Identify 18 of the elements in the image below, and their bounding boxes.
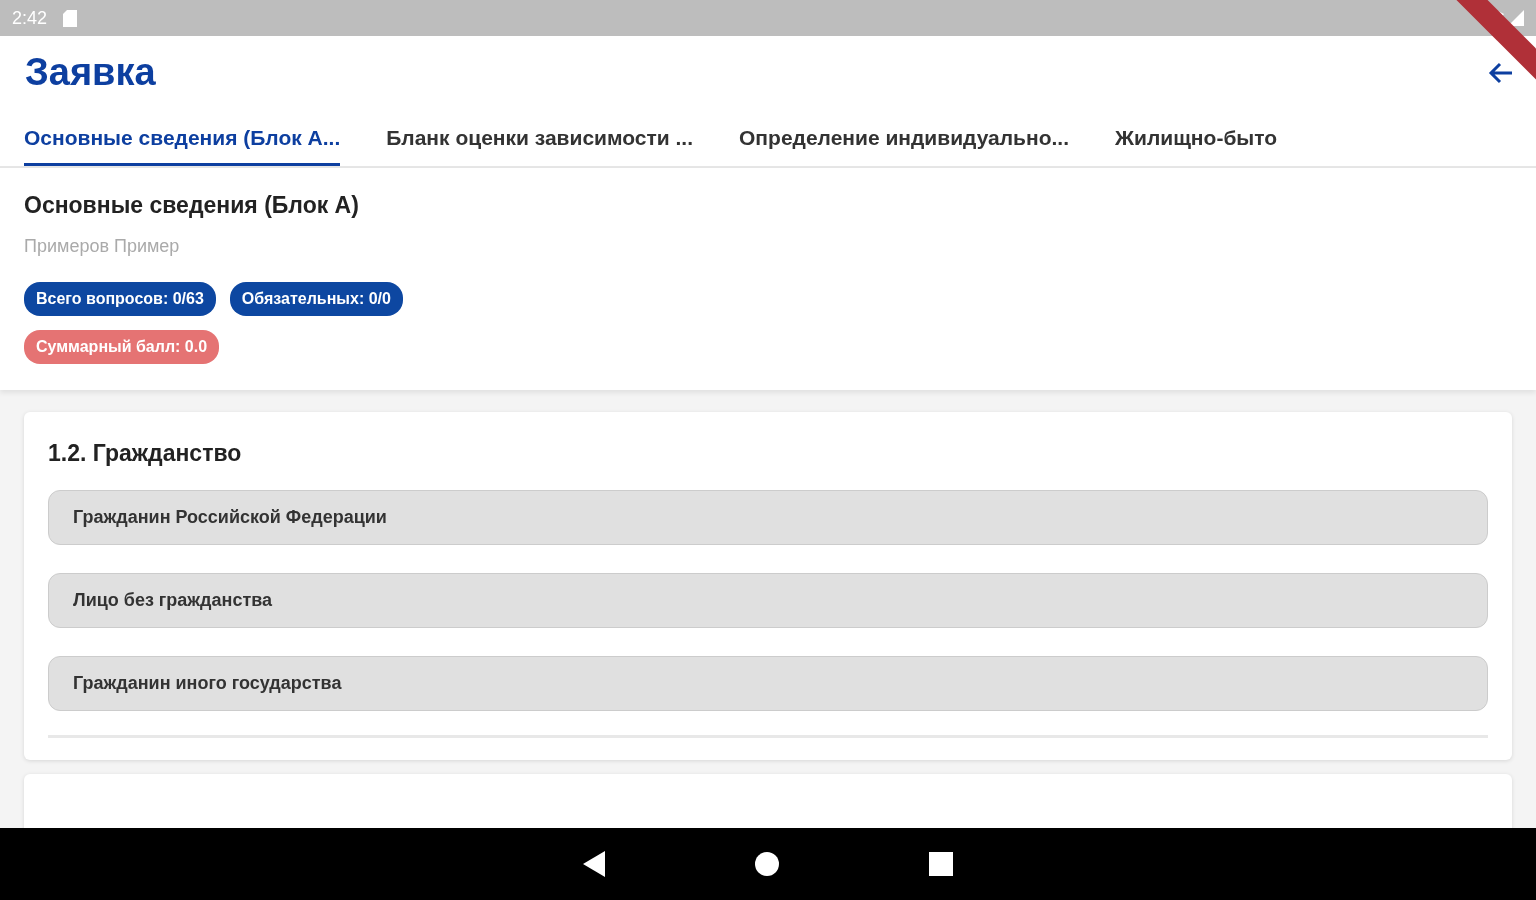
sd-card-icon [63,9,78,27]
back-icon[interactable] [583,851,605,877]
section-title: Основные сведения (Блок А) [24,191,360,221]
answer-option[interactable]: Гражданин Российской Федерации [48,490,1488,546]
section-subtitle: Примеров Пример [24,234,181,258]
answer-option[interactable]: Гражданин иного государства [48,656,1488,712]
tab[interactable]: Бланк оценки зависимости ... [386,113,694,167]
count-badge: Всего вопросов: 0/63 [24,281,216,316]
clock: 2:42 [12,6,48,30]
tab[interactable]: Определение индивидуально... [739,113,1069,167]
answer-option[interactable]: Лицо без гражданства [48,573,1488,629]
app-title: Заявка [25,50,156,95]
home-icon[interactable] [755,852,779,876]
count-badge: Суммарный балл: 0.0 [24,329,220,364]
back-arrow-icon[interactable] [1488,60,1514,85]
question-title: 1.2. Гражданство [48,438,243,468]
tab[interactable]: Жилищно-быто [1115,113,1278,167]
count-badge: Обязательных: 0/0 [229,281,403,316]
